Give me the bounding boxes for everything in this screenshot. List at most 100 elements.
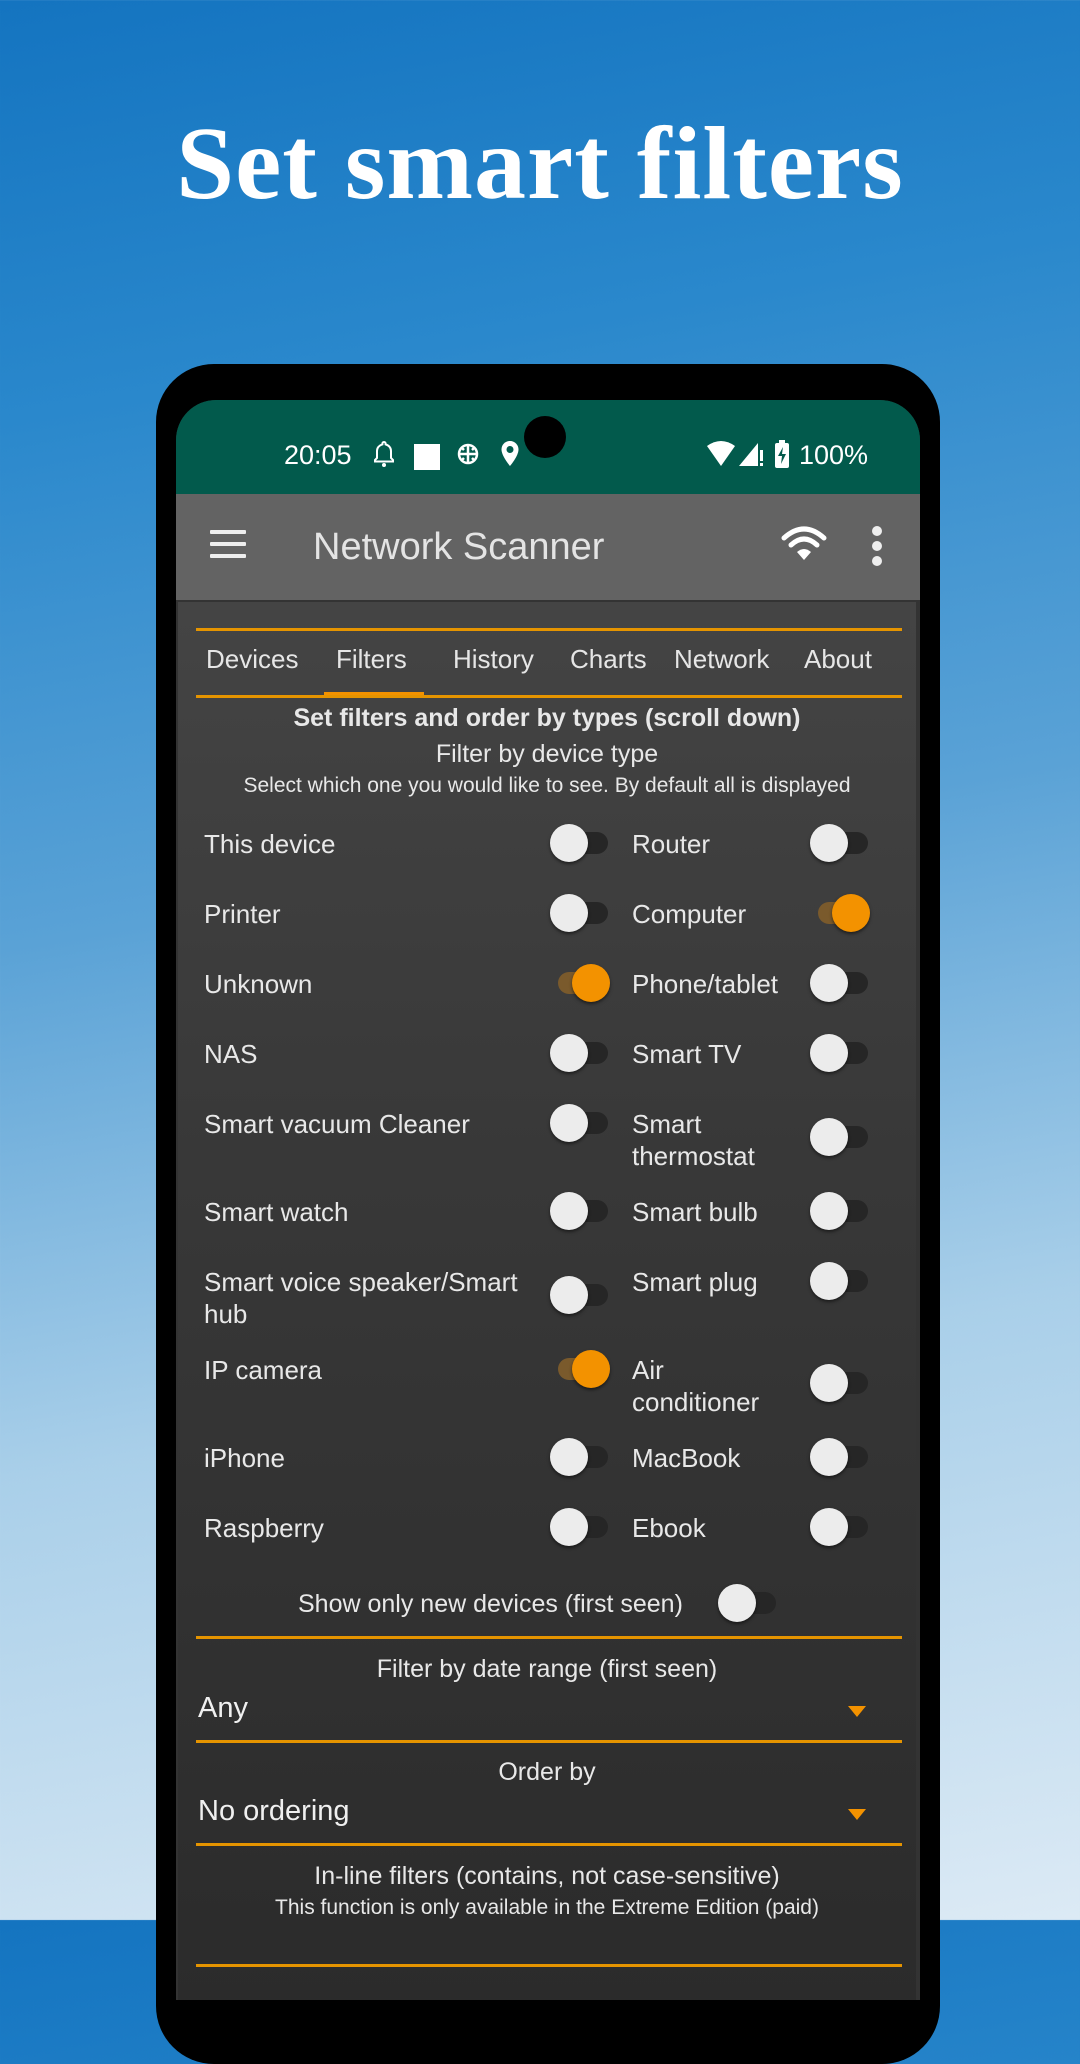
device-type-switch[interactable] <box>550 824 610 862</box>
headline: Set smart filters <box>176 106 904 221</box>
new-devices-switch[interactable] <box>718 1584 778 1622</box>
device-type-switch[interactable] <box>550 1508 610 1546</box>
device-type-switch[interactable] <box>810 1508 870 1546</box>
switch-thumb <box>550 894 588 932</box>
filter-device-type-description: Select which one you would like to see. … <box>243 774 851 797</box>
divider <box>196 695 902 698</box>
switch-thumb <box>550 824 588 862</box>
device-type-switch[interactable] <box>810 894 870 932</box>
device-type-label: iPhone <box>204 1443 285 1473</box>
switch-thumb <box>810 1508 848 1546</box>
wifi-icon <box>706 440 736 472</box>
divider <box>196 1843 902 1846</box>
divider <box>196 1964 902 1967</box>
bug-icon <box>454 440 482 472</box>
caret-down-icon[interactable] <box>848 1809 866 1820</box>
switch-thumb <box>810 1262 848 1300</box>
device-type-switch[interactable] <box>550 1276 610 1314</box>
switch-thumb <box>810 1034 848 1072</box>
date-range-dropdown[interactable]: Any <box>198 1692 248 1725</box>
switch-thumb <box>550 1276 588 1314</box>
switch-thumb <box>810 964 848 1002</box>
device-type-label: Smart bulb <box>632 1197 758 1227</box>
filters-content: Devices Filters History Charts Network A… <box>178 602 916 2000</box>
bell-icon <box>372 440 396 472</box>
more-vert-icon[interactable] <box>872 526 884 566</box>
phone-screen: 20:05 100% Network Scanner Devices Filte… <box>176 400 920 2000</box>
device-type-switch[interactable] <box>810 1118 870 1156</box>
device-type-switch[interactable] <box>810 824 870 862</box>
device-type-label: Smart vacuum Cleaner <box>204 1109 470 1139</box>
device-type-label: Smart voice speaker/Smart hub <box>204 1267 518 1329</box>
tab-devices[interactable]: Devices <box>206 644 298 675</box>
new-devices-label: Show only new devices (first seen) <box>298 1590 683 1618</box>
switch-thumb <box>550 1192 588 1230</box>
tab-network[interactable]: Network <box>674 644 769 675</box>
battery-percent: 100% <box>798 440 868 470</box>
battery-charging-icon <box>774 440 790 472</box>
device-type-label: Smart thermostat <box>632 1109 755 1171</box>
app-title: Network Scanner <box>313 526 605 568</box>
inline-filters-label: In-line filters (contains, not case-sens… <box>314 1862 780 1890</box>
device-type-label: Computer <box>632 899 747 929</box>
device-type-label: MacBook <box>632 1443 741 1473</box>
switch-thumb <box>550 1508 588 1546</box>
device-type-label: NAS <box>204 1039 258 1069</box>
menu-icon[interactable] <box>210 530 246 558</box>
status-time: 20:05 <box>284 440 352 470</box>
tab-history[interactable]: History <box>453 644 534 675</box>
inline-filters-note: This function is only available in the E… <box>275 1896 819 1919</box>
divider <box>196 1740 902 1743</box>
app-bar: Network Scanner <box>176 494 920 600</box>
switch-thumb <box>810 824 848 862</box>
switch-thumb <box>810 1438 848 1476</box>
camera-cutout <box>524 416 566 458</box>
signal-icon <box>738 440 764 472</box>
device-type-label: Router <box>632 829 711 859</box>
device-type-switch[interactable] <box>810 1262 870 1300</box>
switch-thumb <box>550 1034 588 1072</box>
order-by-dropdown[interactable]: No ordering <box>198 1795 350 1828</box>
filter-device-type-title: Filter by device type <box>435 740 659 768</box>
tab-charts[interactable]: Charts <box>570 644 647 675</box>
tab-filters[interactable]: Filters <box>336 644 407 675</box>
device-type-switch[interactable] <box>550 1104 610 1142</box>
device-type-label: Smart watch <box>204 1197 349 1227</box>
device-type-switch[interactable] <box>550 1438 610 1476</box>
device-type-switch[interactable] <box>550 964 610 1002</box>
switch-thumb <box>832 894 870 932</box>
device-type-label: Raspberry <box>204 1513 324 1543</box>
device-type-label: Unknown <box>204 969 313 999</box>
switch-thumb <box>810 1364 848 1402</box>
device-type-label: This device <box>204 829 336 859</box>
status-bar: 20:05 100% <box>176 400 920 494</box>
filters-heading: Set filters and order by types (scroll d… <box>293 704 801 732</box>
device-type-switch[interactable] <box>810 1438 870 1476</box>
square-icon <box>414 444 440 470</box>
device-type-label: Phone/tablet <box>632 969 779 999</box>
device-type-switch[interactable] <box>810 1364 870 1402</box>
device-type-switch[interactable] <box>550 1350 610 1388</box>
switch-thumb <box>550 1438 588 1476</box>
date-range-label: Filter by date range (first seen) <box>376 1655 718 1683</box>
device-type-switch[interactable] <box>550 1192 610 1230</box>
device-type-switch[interactable] <box>550 894 610 932</box>
switch-thumb <box>550 1104 588 1142</box>
order-by-label: Order by <box>498 1758 596 1786</box>
device-type-label: Ebook <box>632 1513 706 1543</box>
device-type-label: IP camera <box>204 1355 323 1385</box>
device-type-switch[interactable] <box>810 1192 870 1230</box>
tab-bar: Devices Filters History Charts Network A… <box>196 630 902 698</box>
device-type-label: Printer <box>204 899 281 929</box>
device-type-switch[interactable] <box>550 1034 610 1072</box>
switch-thumb <box>572 964 610 1002</box>
caret-down-icon[interactable] <box>848 1706 866 1717</box>
location-icon <box>500 440 520 472</box>
device-type-switch[interactable] <box>810 964 870 1002</box>
wifi-scan-icon[interactable] <box>780 524 828 564</box>
divider <box>196 1636 902 1639</box>
tab-about[interactable]: About <box>804 644 872 675</box>
device-type-switch[interactable] <box>810 1034 870 1072</box>
device-type-label: Air conditioner <box>632 1355 760 1417</box>
switch-thumb <box>572 1350 610 1388</box>
